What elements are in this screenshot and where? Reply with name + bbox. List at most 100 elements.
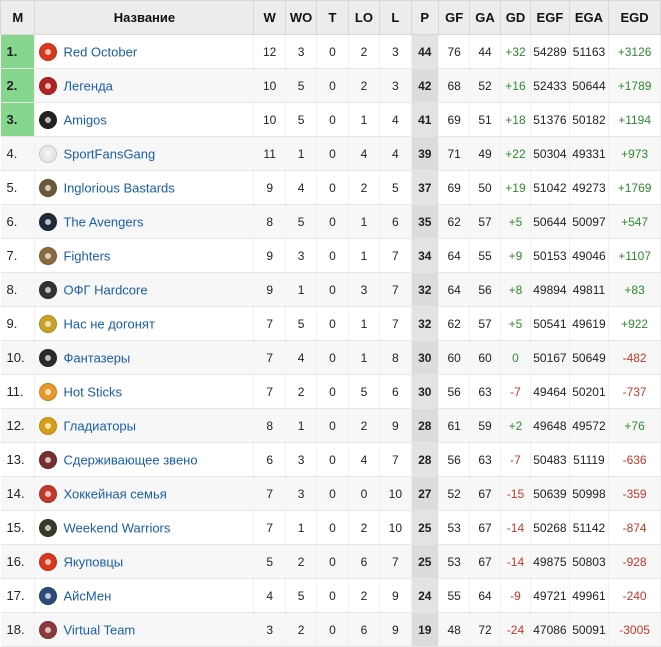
col-header-t[interactable]: T (316, 0, 349, 35)
stat-cell-gd: +18 (500, 102, 532, 137)
stat-cell-w: 5 (253, 544, 286, 579)
stat-cell-gf: 68 (438, 68, 471, 103)
team-logo-icon (39, 212, 58, 231)
stat-cell-l: 3 (379, 68, 412, 103)
stat-cell-t: 0 (316, 204, 349, 239)
stat-cell-ega: 50803 (569, 544, 610, 579)
stat-cell-t: 0 (316, 238, 349, 273)
stat-cell-ega: 50097 (569, 204, 610, 239)
col-header-p[interactable]: P (410, 0, 439, 35)
col-header-name[interactable]: Название (34, 0, 255, 35)
col-header-l[interactable]: L (379, 0, 412, 35)
stat-cell-gd: -7 (500, 442, 532, 477)
team-link[interactable]: Хоккейная семья (63, 486, 166, 501)
team-link[interactable]: Фантазеры (63, 350, 130, 365)
col-header-egd[interactable]: EGD (608, 0, 661, 35)
stat-cell-egf: 47086 (530, 612, 570, 647)
stat-cell-egd: +3126 (608, 34, 661, 69)
team-link[interactable]: Якуповцы (63, 554, 123, 569)
col-header-m[interactable]: M (0, 0, 36, 35)
team-link[interactable]: Red October (63, 44, 137, 59)
table-row: 13. Сдерживающее звено 6 3 0 4 7 28 56 63 -7 50483 5… (0, 442, 661, 477)
stat-cell-ga: 44 (469, 34, 501, 69)
stat-cell-l: 9 (379, 578, 412, 613)
stat-cell-ega: 50998 (569, 476, 610, 511)
position-cell: 13. (0, 442, 36, 477)
stat-cell-ga: 63 (469, 442, 501, 477)
col-header-egf[interactable]: EGF (530, 0, 570, 35)
col-header-w[interactable]: W (253, 0, 286, 35)
stat-cell-l: 7 (379, 272, 412, 307)
stat-cell-gf: 62 (438, 306, 471, 341)
stat-cell-ga: 55 (469, 238, 501, 273)
col-header-lo[interactable]: LO (347, 0, 381, 35)
stat-cell-gf: 60 (438, 340, 471, 375)
team-cell: Fighters (34, 238, 255, 273)
stat-cell-wo: 5 (285, 102, 318, 137)
stat-cell-w: 7 (253, 374, 286, 409)
stat-cell-egf: 50304 (530, 136, 570, 171)
col-header-gf[interactable]: GF (437, 0, 471, 35)
stat-cell-gd: +9 (500, 238, 532, 273)
stat-cell-wo: 5 (285, 204, 318, 239)
stat-cell-wo: 2 (285, 374, 318, 409)
stat-cell-gf: 64 (438, 238, 471, 273)
team-link[interactable]: Inglorious Bastards (63, 180, 174, 195)
team-link[interactable]: Легенда (63, 78, 112, 93)
team-link[interactable]: Гладиаторы (63, 418, 136, 433)
team-link[interactable]: Hot Sticks (63, 384, 122, 399)
stat-cell-l: 9 (379, 408, 412, 443)
stat-cell-ga: 51 (469, 102, 501, 137)
stat-cell-gd: -15 (500, 476, 532, 511)
team-link[interactable]: Сдерживающее звено (63, 452, 197, 467)
team-link[interactable]: SportFansGang (63, 146, 155, 161)
stat-cell-egd: -874 (608, 510, 661, 545)
col-header-ega[interactable]: EGA (568, 0, 610, 35)
team-link[interactable]: Virtual Team (63, 622, 135, 637)
team-link[interactable]: АйсМен (63, 588, 111, 603)
stat-cell-l: 6 (379, 204, 412, 239)
stat-cell-wo: 2 (285, 544, 318, 579)
standings-table: M Название W WO T LO L P GF GA GD EGF EG… (0, 0, 661, 647)
stat-cell-lo: 1 (348, 204, 381, 239)
stat-cell-w: 11 (253, 136, 286, 171)
stat-cell-wo: 3 (285, 238, 318, 273)
stat-cell-ega: 51119 (569, 442, 610, 477)
stat-cell-l: 8 (379, 340, 412, 375)
team-logo-icon (39, 450, 58, 469)
stat-cell-ga: 67 (469, 544, 501, 579)
stat-cell-ega: 51163 (569, 34, 610, 69)
position-cell: 5. (0, 170, 36, 205)
stat-cell-egf: 50639 (530, 476, 570, 511)
stat-cell-gd: -24 (500, 612, 532, 647)
team-link[interactable]: Fighters (63, 248, 110, 263)
stat-cell-ga: 56 (469, 272, 501, 307)
team-link[interactable]: Amigos (63, 112, 106, 127)
stat-cell-gd: +22 (500, 136, 532, 171)
team-link[interactable]: Weekend Warriors (63, 520, 170, 535)
team-link[interactable]: The Avengers (63, 214, 143, 229)
stat-cell-egf: 50153 (530, 238, 570, 273)
position-cell: 17. (0, 578, 36, 613)
stat-cell-lo: 2 (348, 34, 381, 69)
stat-cell-ega: 50644 (569, 68, 610, 103)
stat-cell-gd: +2 (500, 408, 532, 443)
position-cell: 10. (0, 340, 36, 375)
team-logo-icon (39, 382, 58, 401)
team-logo-icon (39, 518, 58, 537)
table-row: 15. Weekend Warriors 7 1 0 2 10 25 53 67 -14 50268 5… (0, 510, 661, 545)
team-link[interactable]: ОФГ Hardcore (63, 282, 147, 297)
stat-cell-p: 44 (411, 34, 439, 69)
stat-cell-gd: -9 (500, 578, 532, 613)
table-row: 8. ОФГ Hardcore 9 1 0 3 7 32 64 56 +8 49894 49811 +83 (0, 272, 661, 307)
stat-cell-p: 35 (411, 204, 439, 239)
team-cell: SportFansGang (34, 136, 255, 171)
position-cell: 18. (0, 612, 36, 647)
col-header-ga[interactable]: GA (469, 0, 501, 35)
team-cell: Якуповцы (34, 544, 255, 579)
stat-cell-egf: 54289 (530, 34, 570, 69)
stat-cell-egd: +1769 (608, 170, 661, 205)
team-link[interactable]: Нас не догонят (63, 316, 154, 331)
col-header-wo[interactable]: WO (284, 0, 318, 35)
col-header-gd[interactable]: GD (499, 0, 532, 35)
